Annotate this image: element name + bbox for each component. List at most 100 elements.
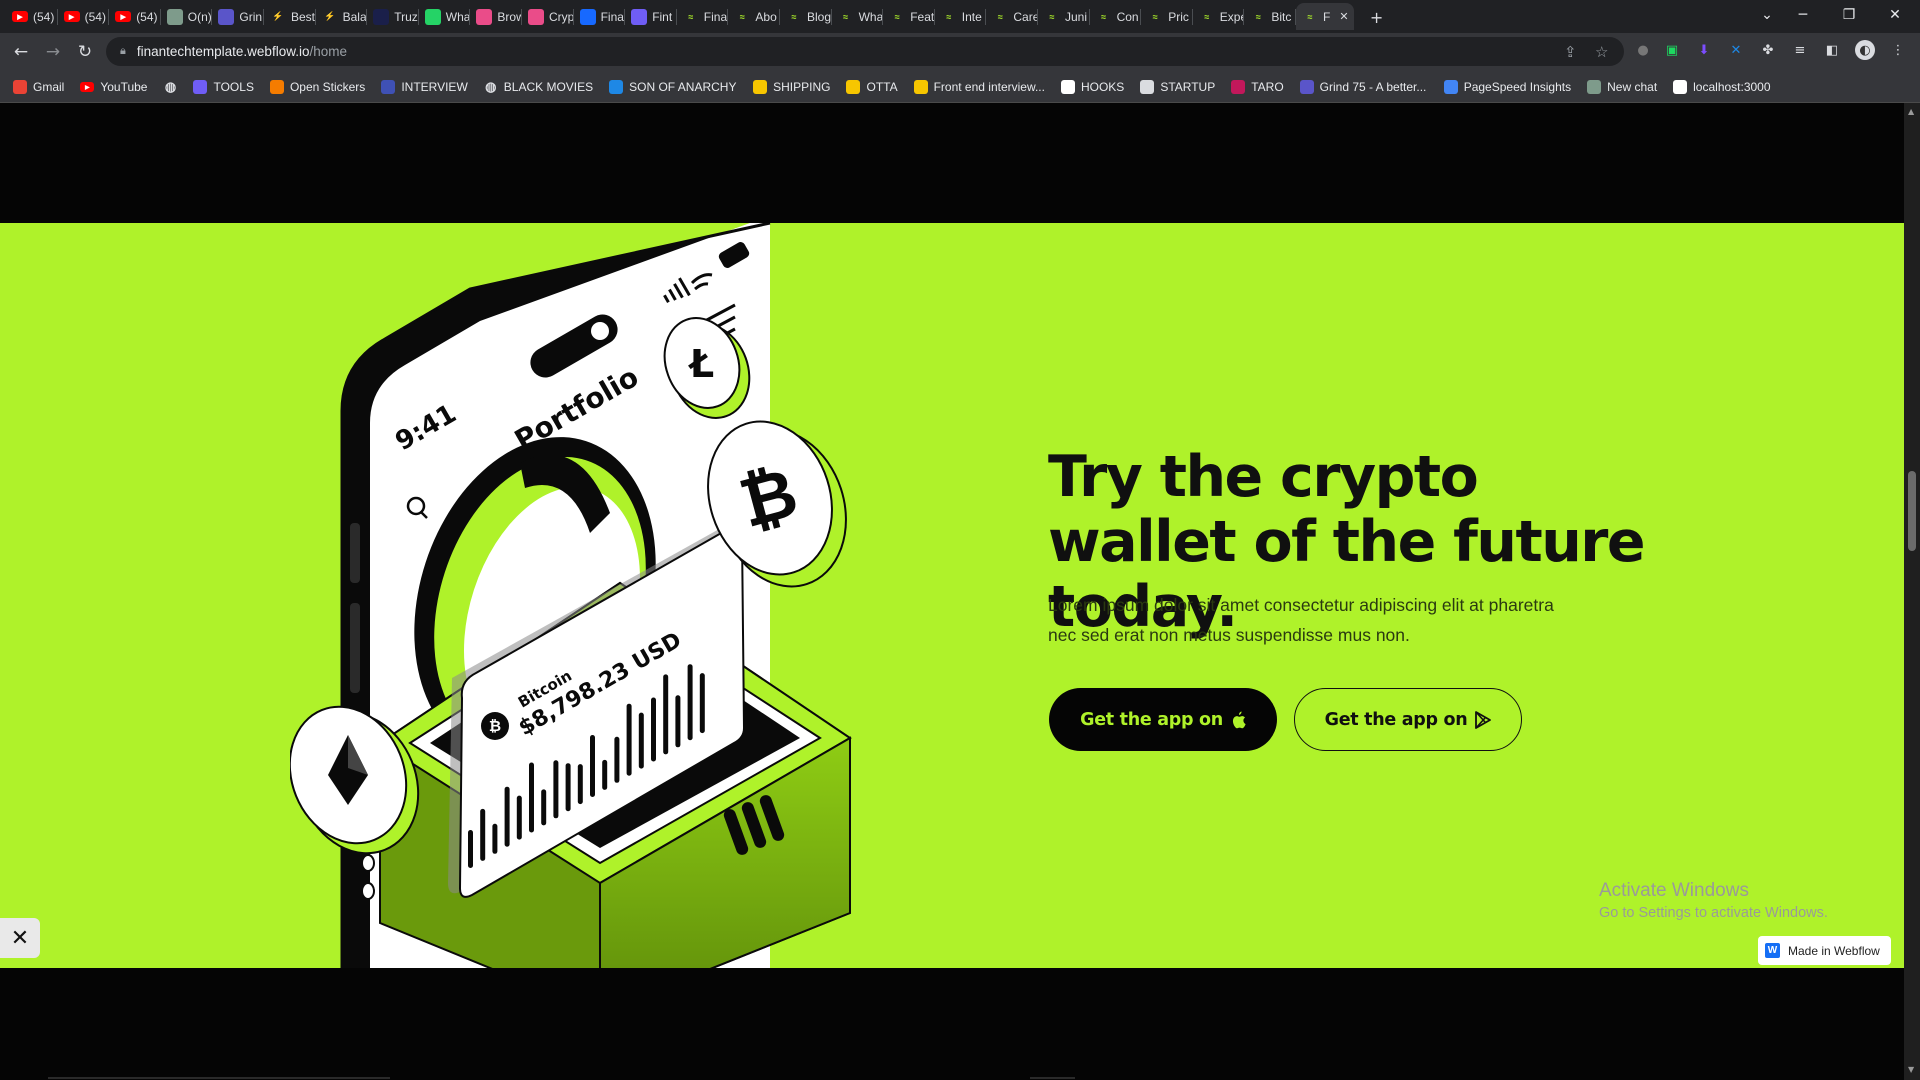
browser-tab[interactable]: ≈ F ✕ [1296, 3, 1354, 30]
scroll-down-arrow-icon[interactable]: ▼ [1908, 1065, 1914, 1074]
interview-icon [381, 80, 396, 94]
browser-tab-label: Fina [703, 9, 728, 24]
minimize-window-icon[interactable]: ─ [1780, 0, 1826, 30]
finantech-icon: ≈ [739, 11, 745, 22]
youtube-icon: ▶ [80, 82, 95, 92]
made-in-webflow-badge[interactable]: W Made in Webflow [1758, 936, 1891, 965]
bookmark-item[interactable]: New chat [1587, 77, 1657, 97]
get-app-play-label: Get the app on [1324, 709, 1468, 730]
bookmark-label: Front end interview... [933, 80, 1045, 94]
browser-tab[interactable]: ⚡ Best [264, 3, 316, 30]
lock-icon: 🔒︎ [120, 45, 126, 57]
browser-tab-label: Brow [497, 9, 522, 24]
browser-tab-label: Expe [1219, 9, 1245, 24]
reading-list-icon[interactable]: ≡ [1791, 41, 1809, 59]
download-app-section: 9:41 Portfolio ₿ Bitcoin $8,798.23 USD Ł… [0, 223, 1904, 968]
browser-tab[interactable]: ≈ Expe [1193, 3, 1245, 30]
menu-kebab-icon[interactable]: ⋮ [1889, 41, 1907, 59]
back-arrow-icon[interactable]: ← [7, 38, 35, 66]
browser-tab-label: Care [1013, 9, 1038, 24]
behance-icon [579, 8, 596, 25]
close-overlay-button[interactable]: ✕ [0, 918, 40, 958]
side-panel-icon[interactable]: ◧ [1823, 41, 1841, 59]
openai-icon [1587, 80, 1602, 94]
bookmark-item[interactable]: INTERVIEW [381, 77, 468, 97]
tab-strip: ▶ (54) ▶ (54) ▶ (54) O(n) Grin ⚡ Best ⚡ Bala Truz Wha… [0, 0, 1920, 33]
bookmark-item[interactable]: ◍ [163, 77, 177, 97]
browser-tab[interactable]: Truz [367, 3, 419, 30]
extension-x-icon[interactable]: ✕ [1727, 41, 1745, 59]
scroll-up-arrow-icon[interactable]: ▲ [1908, 107, 1914, 116]
extensions-puzzle-icon[interactable]: ✤ [1759, 41, 1777, 59]
browser-tab-label: O(n) [187, 9, 212, 24]
get-app-apple-button[interactable]: Get the app on [1049, 688, 1277, 751]
star-icon[interactable]: ☆ [1595, 43, 1608, 61]
bookmark-item[interactable]: STARTUP [1140, 77, 1215, 97]
get-app-play-button[interactable]: Get the app on [1294, 688, 1522, 751]
browser-tab[interactable]: Fina [574, 3, 626, 30]
bookmark-item[interactable]: PageSpeed Insights [1443, 77, 1571, 97]
browser-tab[interactable]: ≈ Wha [832, 3, 884, 30]
profile-avatar-icon[interactable]: ◐ [1855, 40, 1875, 60]
browser-tab[interactable]: ≈ Blog [780, 3, 832, 30]
bookmark-item[interactable]: TARO [1231, 77, 1284, 97]
browser-tab[interactable]: Brow [470, 3, 522, 30]
bookmark-item[interactable]: TOOLS [193, 77, 254, 97]
browser-tab[interactable]: Cryp [522, 3, 574, 30]
browser-tab[interactable]: Wha [419, 3, 471, 30]
bookmark-item[interactable]: HOOKS [1060, 77, 1124, 97]
restore-window-icon[interactable]: ❐ [1826, 0, 1872, 30]
new-tab-button[interactable]: + [1363, 4, 1391, 30]
browser-tab-label: Pric [1168, 9, 1189, 24]
browser-tab[interactable]: ≈ Bitc [1244, 3, 1296, 30]
browser-tab[interactable]: ≈ Fina [677, 3, 729, 30]
taro-icon [1231, 80, 1246, 94]
forward-arrow-icon[interactable]: → [39, 38, 67, 66]
address-bar[interactable]: 🔒︎ finantechtemplate.webflow.io/home ⇪ ☆ [106, 37, 1624, 66]
browser-tab[interactable]: ⚡ Bala [316, 3, 368, 30]
browser-tab-label: Wha [858, 9, 884, 24]
bookmark-item[interactable]: Open Stickers [269, 77, 365, 97]
browser-tab[interactable]: ≈ Con [1090, 3, 1142, 30]
browser-tab[interactable]: ▶ (54) [6, 3, 58, 30]
bookmark-item[interactable]: SHIPPING [753, 77, 830, 97]
bookmark-item[interactable]: Gmail [13, 77, 64, 97]
browser-tab[interactable]: ≈ Feat [883, 3, 935, 30]
browser-tab[interactable]: Grin [212, 3, 264, 30]
close-window-icon[interactable]: ✕ [1872, 0, 1918, 30]
bookmark-label: TOOLS [213, 80, 254, 94]
browser-tab[interactable]: ≈ Juni [1038, 3, 1090, 30]
scrollbar-thumb[interactable] [1908, 471, 1916, 551]
bookmark-item[interactable]: ▶ YouTube [80, 77, 147, 97]
extension-download-icon[interactable]: ⬇ [1695, 41, 1713, 59]
grind75-icon [218, 8, 235, 25]
share-icon[interactable]: ⇪ [1564, 43, 1577, 61]
stickers-icon [269, 80, 284, 94]
card-sparkline-bar [480, 808, 486, 861]
browser-tab[interactable]: ≈ Inte [935, 3, 987, 30]
browser-tab[interactable]: ≈ Care [986, 3, 1038, 30]
browser-tab[interactable]: ≈ Abo [728, 3, 780, 30]
reload-icon[interactable]: ↻ [71, 38, 99, 66]
browser-tab[interactable]: ▶ (54) [109, 3, 161, 30]
browser-tab[interactable]: ▶ (54) [58, 3, 110, 30]
extension-dot-icon[interactable]: ● [1634, 41, 1652, 59]
extension-frame-icon[interactable]: ▣ [1663, 41, 1681, 59]
bookmark-item[interactable]: ◍ BLACK MOVIES [484, 77, 593, 97]
bookmark-item[interactable]: Front end interview... [913, 77, 1045, 97]
bookmark-item[interactable]: Grind 75 - A better... [1299, 77, 1426, 97]
bookmark-item[interactable]: localhost:3000 [1673, 77, 1771, 97]
browser-tab[interactable]: Fint [625, 3, 677, 30]
browser-tab-label: Best [291, 9, 316, 24]
pagespeed-icon [1443, 80, 1458, 94]
bookmark-item[interactable]: SON OF ANARCHY [609, 77, 736, 97]
close-tab-icon[interactable]: ✕ [1339, 10, 1348, 23]
browser-tab[interactable]: O(n) [161, 3, 213, 30]
dribbble-icon [528, 8, 544, 25]
browser-tab[interactable]: ≈ Pric [1141, 3, 1193, 30]
globe-icon: ◍ [164, 79, 177, 94]
bookmark-item[interactable]: OTTA [846, 77, 898, 97]
activate-subtitle: Go to Settings to activate Windows. [1599, 905, 1828, 921]
page-scrollbar[interactable]: ▲ ▼ [1904, 103, 1920, 1080]
browser-tab-label: Wha [445, 9, 471, 24]
